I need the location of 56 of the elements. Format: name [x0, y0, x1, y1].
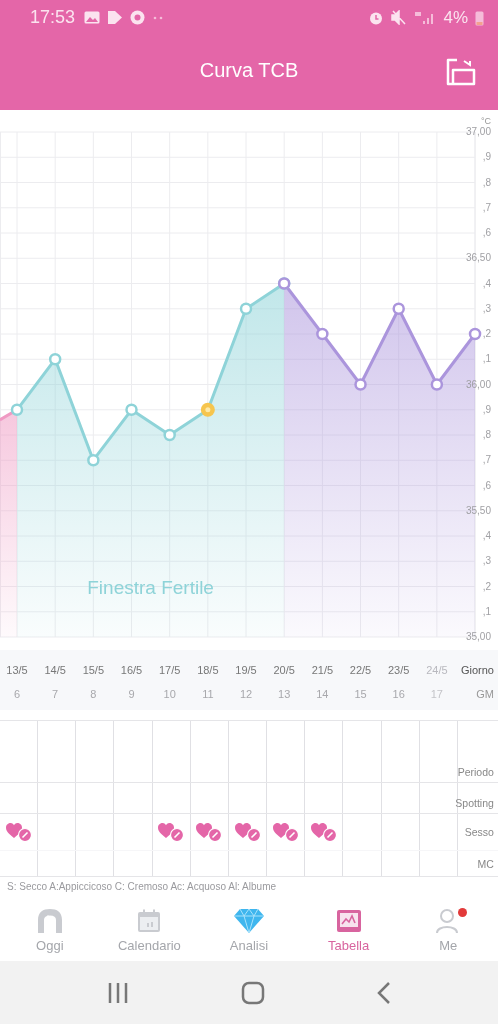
axis-tick-label: 36,50	[465, 252, 491, 264]
cycle-day-label: 16	[392, 688, 405, 700]
axis-tick-label: ,3	[482, 302, 491, 314]
date-label: 20/5	[273, 664, 295, 676]
axis-tick-label: ,1	[482, 353, 491, 365]
axis-tick-label: 35,50	[465, 504, 491, 516]
axis-tick-label: ,8	[482, 176, 491, 188]
date-label: 15/5	[82, 664, 105, 676]
date-label: 13/5	[6, 664, 28, 676]
axis-tick-label: ,2	[482, 580, 491, 592]
row-label: Periodo	[457, 766, 495, 780]
axis-tick-label: ,8	[482, 429, 491, 440]
axis-unit: °C	[480, 116, 491, 126]
cycle-day-label: 15	[354, 688, 367, 700]
date-label: 24/5	[426, 664, 448, 676]
axis-tick-label: ,2	[482, 328, 491, 339]
cycle-day-label: 8	[90, 688, 97, 700]
axis-tick-label: ,7	[482, 201, 491, 213]
date-label: 14/5	[44, 664, 66, 676]
axis-tick-label: ,4	[482, 530, 491, 541]
cycle-day-label: 7	[52, 688, 59, 700]
battery-percent: 4%	[443, 7, 468, 28]
date-label: 22/5	[349, 664, 372, 676]
cycle-day-label: 14	[316, 688, 329, 700]
legend-text: S: Secco A:Appiccicoso C: Cremoso Ac: Acquoso Al: Albume	[6, 880, 278, 894]
cycle-day-label: 13	[278, 688, 291, 700]
date-label: 16/5	[120, 664, 143, 676]
axis-tick-label: ,1	[482, 605, 491, 617]
row-header: GM	[476, 688, 494, 700]
cycle-day-label: 12	[239, 688, 253, 700]
axis-tick-label: ,6	[482, 227, 491, 238]
cycle-day-label: 9	[128, 688, 135, 700]
axis-tick-label: 36,00	[465, 378, 491, 390]
clock: 17:53	[30, 7, 76, 28]
axis-tick-label: ,9	[482, 151, 491, 163]
axis-tick-label: ,4	[482, 277, 491, 289]
cycle-day-label: 10	[163, 688, 176, 700]
fertile-window-label: Finestra Fertile	[87, 577, 214, 599]
axis-tick-label: ,9	[482, 403, 491, 415]
row-label: Sesso	[464, 826, 495, 838]
row-header: Giorno	[460, 664, 494, 676]
row-label: Spotting	[455, 797, 495, 811]
axis-tick-label: ,6	[482, 479, 491, 491]
date-label: 21/5	[311, 664, 334, 676]
axis-tick-label: 37,00	[465, 126, 491, 137]
date-label: 17/5	[158, 664, 181, 676]
row-label: MC	[477, 857, 495, 870]
axis-tick-label: 35,00	[465, 631, 491, 642]
cycle-day-label: 11	[202, 688, 214, 700]
axis-tick-label: ,3	[482, 555, 491, 567]
date-label: 23/5	[388, 664, 410, 676]
screen-title: Curva TCB	[199, 59, 299, 82]
axis-tick-label: ,7	[482, 454, 491, 466]
date-label: 19/5	[235, 664, 257, 676]
cycle-day-label: 6	[13, 688, 21, 700]
date-label: 18/5	[197, 664, 219, 676]
